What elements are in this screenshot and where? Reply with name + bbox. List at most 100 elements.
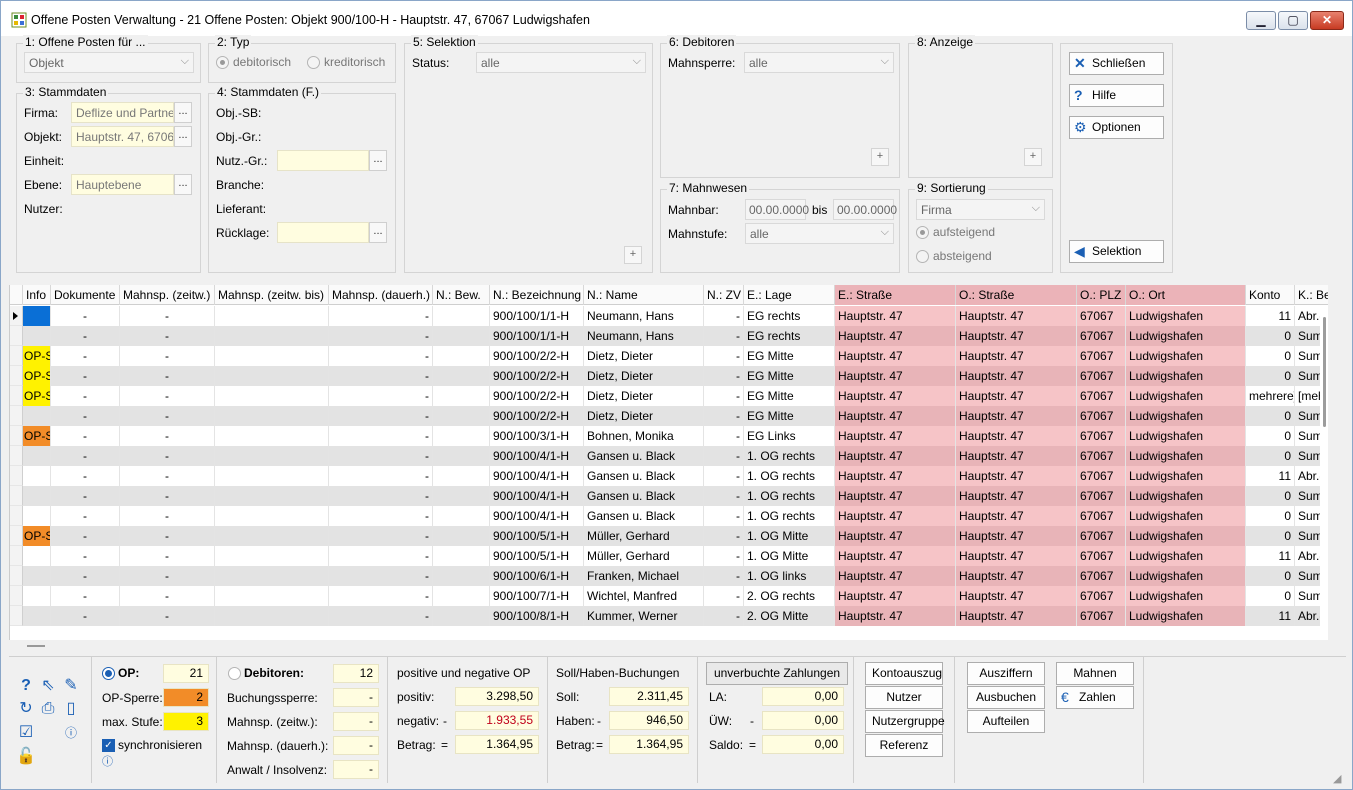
row-selector[interactable]	[10, 526, 23, 546]
info-icon[interactable]: ⓘ	[102, 753, 113, 769]
splitter-handle[interactable]	[27, 645, 45, 647]
mahnbar-to-field[interactable]: 00.00.0000	[833, 199, 897, 220]
mahnen-button[interactable]: Mahnen	[1056, 662, 1134, 685]
pencil-icon[interactable]: ✎	[61, 677, 81, 695]
minimize-button[interactable]: ▁	[1246, 11, 1276, 30]
table-row[interactable]: OP-S - - -900/100/2/2-H Dietz, Dieter - EG Mit…	[10, 386, 1325, 406]
printer-icon[interactable]: ⎙	[38, 700, 58, 718]
row-selector[interactable]	[10, 466, 23, 486]
row-selector[interactable]	[10, 426, 23, 446]
ruecklage-field[interactable]	[277, 222, 369, 243]
row-selector[interactable]	[10, 566, 23, 586]
table-row[interactable]: - - -900/100/1/1-H Neumann, Hans - EG rechts H…	[10, 306, 1327, 326]
nutzgr-browse-button[interactable]: ...	[369, 150, 387, 171]
column-header[interactable]: E.: Lage	[744, 285, 835, 305]
maximize-button[interactable]: ▢	[1278, 11, 1308, 30]
anzeige-add-button[interactable]: +	[1024, 148, 1042, 166]
table-row[interactable]: OP-S - - -900/100/2/2-H Dietz, Dieter - EG Mit…	[10, 346, 1327, 366]
row-selector[interactable]	[10, 606, 23, 626]
ausbuchen-button[interactable]: Ausbuchen	[967, 686, 1045, 709]
row-selector[interactable]	[10, 306, 23, 326]
column-header[interactable]: N.: Bew.	[433, 285, 490, 305]
aufteilen-button[interactable]: Aufteilen	[967, 710, 1045, 733]
row-selector[interactable]	[10, 586, 23, 606]
column-header[interactable]: Dokumente	[51, 285, 120, 305]
column-header[interactable]: Mahnsp. (dauerh.)	[329, 285, 433, 305]
column-header[interactable]: N.: Name	[584, 285, 704, 305]
debitoren-add-button[interactable]: +	[871, 148, 889, 166]
synchronisieren-checkbox[interactable]: ✓	[102, 739, 115, 752]
column-header[interactable]: E.: Straße	[835, 285, 956, 305]
column-header[interactable]: Mahnsp. (zeitw. bis)	[215, 285, 329, 305]
radio-debitoren[interactable]	[228, 667, 241, 680]
mahnbar-from-field[interactable]: 00.00.0000	[745, 199, 809, 220]
row-selector[interactable]	[10, 346, 23, 366]
ruecklage-browse-button[interactable]: ...	[369, 222, 387, 243]
column-header[interactable]: O.: Ort	[1126, 285, 1246, 305]
column-header[interactable]: N.: ZV	[704, 285, 744, 305]
firma-field[interactable]: Deflize und Partne	[71, 102, 174, 123]
column-header[interactable]: N.: Bezeichnung	[490, 285, 584, 305]
selektion-button[interactable]: ◀ Selektion	[1069, 240, 1164, 263]
nutzgr-field[interactable]	[277, 150, 369, 171]
info-icon[interactable]: ⓘ	[61, 724, 81, 742]
pointer-icon[interactable]: ⇖	[38, 677, 58, 695]
table-row[interactable]: - - -900/100/1/1-H Neumann, Hans - EG rechts H…	[10, 326, 1327, 346]
column-header[interactable]: O.: Straße	[956, 285, 1077, 305]
radio-debitorisch[interactable]	[216, 56, 229, 69]
table-row[interactable]: - - -900/100/5/1-H Müller, Gerhard -1. OG Mi…	[10, 546, 1327, 566]
ebene-field[interactable]: Hauptebene	[71, 174, 174, 195]
column-header[interactable]: Info	[23, 285, 51, 305]
column-header[interactable]: K.: Be	[1295, 285, 1328, 305]
table-row[interactable]: OP-S - - -900/100/2/2-H Dietz, Dieter - EG Mit…	[10, 366, 1327, 386]
table-row[interactable]: - - -900/100/4/1-H Gansen u. Black -1. OG re…	[10, 506, 1327, 526]
table-row[interactable]: - - -900/100/7/1-H Wichtel, Manfred -2. OG r…	[10, 586, 1327, 606]
objekt-field[interactable]: Hauptstr. 47, 6706	[71, 126, 174, 147]
table-row[interactable]: - - -900/100/4/1-H Gansen u. Black -1. OG re…	[10, 466, 1327, 486]
vertical-scrollbar[interactable]	[1320, 305, 1328, 640]
selektion-add-button[interactable]: +	[624, 246, 642, 264]
resize-grip-icon[interactable]: ◢	[1333, 772, 1341, 785]
row-selector[interactable]	[10, 486, 23, 506]
checklist-icon[interactable]: ☑	[16, 724, 36, 742]
ebene-browse-button[interactable]: ...	[174, 174, 192, 195]
radio-op[interactable]	[102, 667, 115, 680]
row-selector[interactable]	[10, 446, 23, 466]
nutzergruppe-button[interactable]: Nutzergruppe	[865, 710, 945, 733]
table-row[interactable]: OP-S - - -900/100/3/1-H Bohnen, Monika - EG Li…	[10, 426, 1327, 446]
hilfe-button[interactable]: ? Hilfe	[1069, 84, 1164, 107]
table-row[interactable]: - - -900/100/8/1-H Kummer, Werner -2. OG Mit…	[10, 606, 1327, 626]
close-button[interactable]: ✕	[1310, 11, 1344, 30]
radio-kreditorisch[interactable]	[307, 56, 320, 69]
sortierung-select[interactable]: Firma ⌵	[916, 199, 1045, 220]
objekt-browse-button[interactable]: ...	[174, 126, 192, 147]
referenz-button[interactable]: Referenz	[865, 734, 943, 757]
nutzer-button[interactable]: Nutzer	[865, 686, 943, 709]
mahnstufe-select[interactable]: alle ⌵	[745, 223, 894, 244]
table-row[interactable]: - - -900/100/4/1-H Gansen u. Black -1. OG re…	[10, 446, 1327, 466]
status-select[interactable]: alle ⌵	[476, 52, 646, 73]
radio-aufsteigend[interactable]	[916, 226, 929, 239]
optionen-button[interactable]: ⚙ Optionen	[1069, 116, 1164, 139]
column-header[interactable]: O.: PLZ	[1077, 285, 1126, 305]
column-header[interactable]: Konto	[1246, 285, 1295, 305]
mahnsperre-select[interactable]: alle ⌵	[744, 52, 894, 73]
schliessen-button[interactable]: ✕ Schließen	[1069, 52, 1164, 75]
row-selector[interactable]	[10, 406, 23, 426]
help-icon[interactable]: ?	[16, 677, 36, 695]
op-fuer-select[interactable]: Objekt ⌵	[24, 52, 194, 73]
table-row[interactable]: - - -900/100/6/1-H Franken, Michael -1. OG l…	[10, 566, 1327, 586]
row-selector[interactable]	[10, 366, 23, 386]
row-selector[interactable]	[10, 546, 23, 566]
office-icon[interactable]: ▯	[61, 700, 81, 718]
table-row[interactable]: - - -900/100/2/2-H Dietz, Dieter - EG Mitte Ha…	[10, 406, 1327, 426]
unverbuchte-zahlungen-button[interactable]: unverbuchte Zahlungen	[706, 662, 848, 685]
row-selector[interactable]	[10, 506, 23, 526]
firma-browse-button[interactable]: ...	[174, 102, 192, 123]
row-selector[interactable]	[10, 326, 23, 346]
table-row[interactable]: OP-S - - -900/100/5/1-H Müller, Gerhard -1. O…	[10, 526, 1327, 546]
scrollbar-thumb[interactable]	[1323, 317, 1326, 427]
kontoauszug-button[interactable]: Kontoauszug	[865, 662, 943, 685]
row-selector[interactable]	[10, 386, 23, 406]
refresh-icon[interactable]: ↻	[16, 700, 36, 718]
